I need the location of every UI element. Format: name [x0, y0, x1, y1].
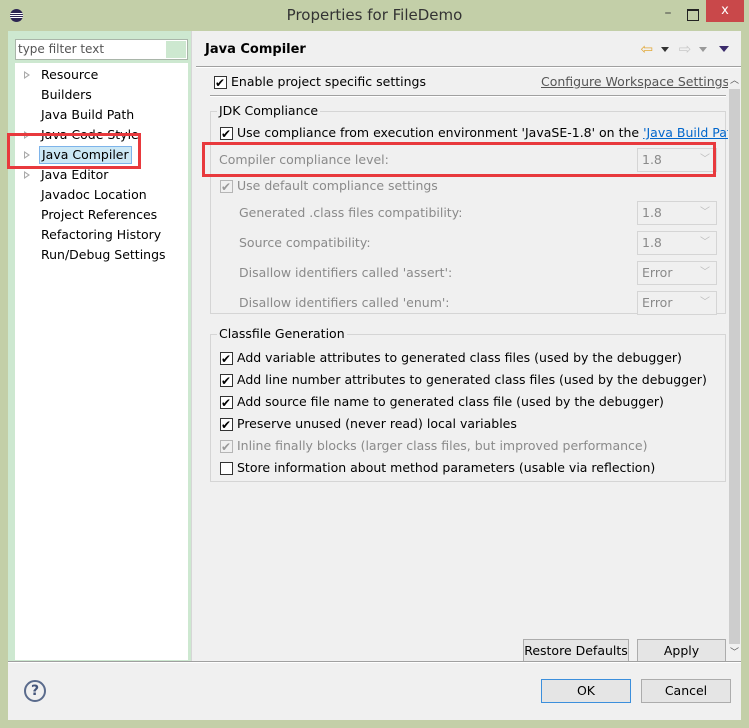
page-title: Java Compiler — [205, 42, 306, 57]
chevron-down-icon: ﹀ — [700, 267, 710, 278]
checkbox-icon[interactable] — [214, 74, 227, 92]
disallow-enum-combo[interactable]: Error ﹀ — [637, 291, 717, 315]
title-bar: Properties for FileDemo – x — [0, 0, 749, 31]
checkbox-icon[interactable] — [220, 350, 233, 368]
back-history-dropdown-icon[interactable] — [660, 46, 669, 52]
page-navigation: ⇦ ⇨ — [641, 40, 729, 58]
chevron-down-icon: ﹀ — [700, 237, 710, 248]
checkbox-icon[interactable] — [220, 394, 233, 412]
scroll-thumb[interactable] — [729, 89, 740, 644]
jdk-compliance-group: JDK Compliance Use compliance from execu… — [210, 103, 728, 315]
checkbox-label-text: Use compliance from execution environmen… — [237, 125, 644, 140]
checkbox-label: Preserve unused (never read) local varia… — [237, 416, 517, 431]
preference-page: Java Compiler ⇦ ⇨ Enable project specifi… — [196, 31, 741, 661]
group-title: Classfile Generation — [217, 326, 347, 341]
vertical-scrollbar[interactable]: ︿ ﹀ — [728, 71, 741, 661]
tree-item-label: Java Code Style — [41, 127, 139, 142]
chevron-down-icon: ﹀ — [700, 154, 710, 165]
checkbox-icon[interactable] — [220, 416, 233, 434]
checkbox-label: Add variable attributes to generated cla… — [237, 350, 682, 365]
tree-item-label: Java Compiler — [39, 146, 132, 164]
java-build-path-link[interactable]: 'Java Build Path' — [643, 125, 728, 140]
expand-arrow-icon[interactable] — [24, 71, 30, 79]
footer-separator — [8, 661, 741, 663]
cancel-button[interactable]: Cancel — [641, 679, 731, 703]
scroll-up-icon[interactable]: ︿ — [728, 73, 741, 87]
combo-value: 1.8 — [642, 205, 662, 220]
generated-class-compat-label: Generated .class files compatibility: — [239, 205, 463, 220]
checkbox-label: Add source file name to generated class … — [237, 394, 664, 409]
apply-button[interactable]: Apply — [637, 639, 726, 661]
maximize-button[interactable] — [682, 4, 704, 24]
tree-item-label: Javadoc Location — [41, 187, 147, 202]
tree-item-label: Resource — [41, 67, 99, 82]
tree-item-label: Run/Debug Settings — [41, 247, 166, 262]
view-menu-icon[interactable] — [719, 46, 729, 52]
tree-item-label: Project References — [41, 207, 158, 222]
chevron-down-icon: ﹀ — [700, 207, 710, 218]
sidebar: type filter text Resource Builders Java … — [8, 31, 191, 661]
checkbox-label: Store information about method parameter… — [237, 460, 656, 475]
compliance-level-label: Compiler compliance level: — [219, 152, 389, 167]
configure-workspace-link[interactable]: Configure Workspace Settings... — [541, 74, 728, 89]
disallow-assert-label: Disallow identifiers called 'assert': — [239, 265, 453, 280]
checkbox-icon[interactable] — [220, 438, 233, 456]
group-title: JDK Compliance — [217, 103, 321, 118]
tree-item-label: Java Editor — [41, 167, 109, 182]
checkbox-label: Use compliance from execution environmen… — [237, 124, 728, 142]
disallow-assert-combo[interactable]: Error ﹀ — [637, 261, 717, 285]
chevron-down-icon: ﹀ — [700, 297, 710, 308]
compliance-level-combo[interactable]: 1.8 ﹀ — [637, 148, 717, 172]
classfile-generation-group: Classfile Generation Add variable attrib… — [210, 326, 726, 482]
tree-item-label: Builders — [41, 87, 92, 102]
disallow-enum-label: Disallow identifiers called 'enum': — [239, 295, 450, 310]
pane-splitter[interactable] — [191, 31, 195, 661]
expand-arrow-icon[interactable] — [24, 131, 30, 139]
page-content: Enable project specific settings Configu… — [200, 71, 728, 661]
tree-item-label: Java Build Path — [41, 107, 135, 122]
checkbox-label: Enable project specific settings — [231, 74, 426, 89]
tree-item-label: Refactoring History — [41, 227, 162, 242]
checkbox-icon[interactable] — [220, 178, 233, 196]
help-icon[interactable]: ? — [24, 680, 46, 702]
filter-placeholder: type filter text — [18, 42, 105, 56]
combo-value: Error — [642, 265, 673, 280]
checkbox-label: Inline finally blocks (larger class file… — [237, 438, 648, 453]
combo-value: Error — [642, 295, 673, 310]
checkbox-label: Use default compliance settings — [237, 178, 438, 193]
close-button[interactable]: x — [706, 0, 744, 22]
dialog-body: type filter text Resource Builders Java … — [8, 31, 741, 720]
back-arrow-icon[interactable]: ⇦ — [641, 40, 654, 58]
filter-input[interactable]: type filter text — [15, 39, 188, 60]
forward-arrow-icon[interactable]: ⇨ — [679, 40, 692, 58]
source-compat-combo[interactable]: 1.8 ﹀ — [637, 231, 717, 255]
forward-history-dropdown-icon[interactable] — [699, 46, 708, 52]
separator — [210, 95, 726, 97]
generated-class-compat-combo[interactable]: 1.8 ﹀ — [637, 201, 717, 225]
ok-button[interactable]: OK — [541, 679, 631, 703]
combo-value: 1.8 — [642, 235, 662, 250]
checkbox-icon[interactable] — [220, 125, 233, 143]
scroll-down-icon[interactable]: ﹀ — [728, 645, 741, 659]
restore-defaults-button[interactable]: Restore Defaults — [523, 639, 629, 661]
minimize-button[interactable]: – — [658, 4, 678, 24]
filter-clear-button[interactable] — [166, 41, 186, 58]
title-separator — [196, 66, 741, 68]
expand-arrow-icon[interactable] — [24, 151, 30, 159]
window-title: Properties for FileDemo — [286, 6, 463, 24]
combo-value: 1.8 — [642, 152, 662, 167]
checkbox-label: Add line number attributes to generated … — [237, 372, 707, 387]
preference-tree: Resource Builders Java Build Path Java C… — [15, 63, 188, 660]
checkbox-icon[interactable] — [220, 462, 233, 475]
source-compat-label: Source compatibility: — [239, 235, 371, 250]
checkbox-icon[interactable] — [220, 372, 233, 390]
expand-arrow-icon[interactable] — [24, 171, 30, 179]
